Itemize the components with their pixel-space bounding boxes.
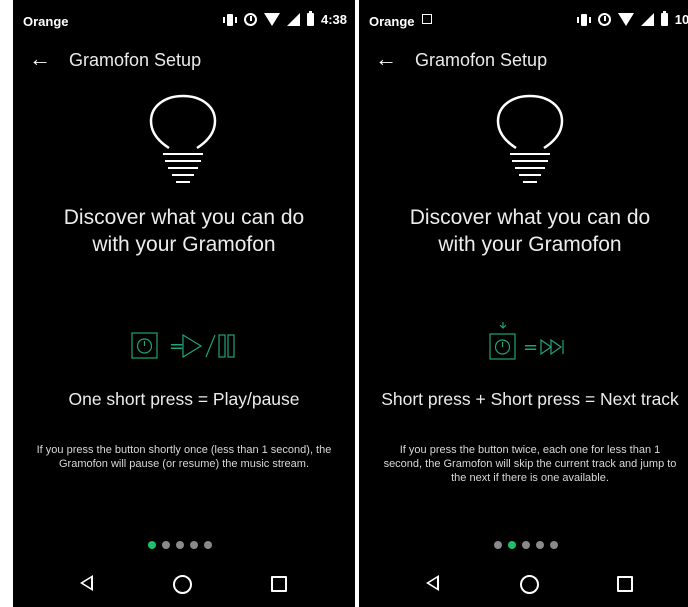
feature-caption: Short press + Short press = Next track	[381, 389, 679, 409]
status-bar: Orange 4:38	[13, 0, 355, 40]
status-icons: 10:09	[576, 11, 688, 27]
wifi-icon	[617, 13, 634, 26]
headline: Discover what you can do with your Gramo…	[409, 206, 651, 256]
page-indicator	[494, 541, 558, 549]
app-bar: ← Gramofon Setup	[359, 44, 688, 76]
battery-icon	[306, 11, 314, 26]
clock-time: 4:38	[320, 12, 347, 27]
page-dot	[550, 541, 558, 549]
carrier-label: Orange	[23, 14, 69, 29]
app-bar: ← Gramofon Setup	[13, 44, 355, 76]
lightbulb-icon	[496, 94, 564, 183]
back-arrow-icon[interactable]: ←	[29, 48, 51, 70]
page-dot	[190, 541, 198, 549]
page-dot	[204, 541, 212, 549]
play-pause-diagram: =	[131, 330, 241, 367]
lightbulb-icon	[149, 94, 217, 183]
page-title: Gramofon Setup	[69, 50, 202, 70]
feature-caption: One short press = Play/pause	[68, 389, 300, 409]
next-track-diagram: =	[489, 322, 575, 367]
cellular-signal-icon	[286, 13, 300, 26]
feature-description: If you press the button twice, each one …	[383, 444, 677, 484]
status-icons: 4:38	[222, 11, 347, 27]
page-dot	[508, 541, 516, 549]
nav-home-icon[interactable]	[520, 575, 539, 594]
page-title: Gramofon Setup	[415, 50, 548, 70]
nav-recents-icon[interactable]	[617, 576, 633, 592]
page-dot	[148, 541, 156, 549]
phone-screen-2: Orange 10:09 ← Gramofon Setup Discover w…	[359, 0, 688, 607]
alarm-icon	[243, 13, 257, 26]
navigation-bar	[13, 563, 355, 607]
press-play-pause-diagram-icon: =	[131, 332, 235, 359]
feature-description: If you press the button shortly once (le…	[36, 444, 332, 470]
equals-sign: =	[523, 337, 538, 358]
alarm-icon	[597, 13, 611, 26]
navigation-bar	[359, 563, 688, 607]
nav-back-icon[interactable]	[426, 575, 439, 591]
carrier-label: Orange	[369, 14, 415, 29]
battery-icon	[660, 11, 668, 26]
image-notification-icon	[422, 14, 432, 24]
cellular-signal-icon	[640, 13, 654, 26]
vibrate-icon	[222, 13, 237, 26]
headline: Discover what you can do with your Gramo…	[63, 206, 305, 256]
page-dot	[536, 541, 544, 549]
nav-recents-icon[interactable]	[271, 576, 287, 592]
press-next-track-diagram-icon: =	[489, 322, 564, 360]
page-dot	[494, 541, 502, 549]
nav-home-icon[interactable]	[173, 575, 192, 594]
phone-screen-1: Orange 4:38 ← Gramofon Setup Discover wh…	[13, 0, 355, 607]
vibrate-icon	[576, 13, 591, 26]
back-arrow-icon[interactable]: ←	[375, 48, 397, 70]
wifi-icon	[263, 13, 280, 26]
page-dot	[162, 541, 170, 549]
page-indicator	[148, 541, 212, 549]
status-bar: Orange 10:09	[359, 0, 688, 40]
nav-back-icon[interactable]	[80, 575, 93, 591]
page-dot	[522, 541, 530, 549]
equals-sign: =	[169, 336, 184, 357]
clock-time: 10:09	[674, 12, 688, 27]
page-dot	[176, 541, 184, 549]
